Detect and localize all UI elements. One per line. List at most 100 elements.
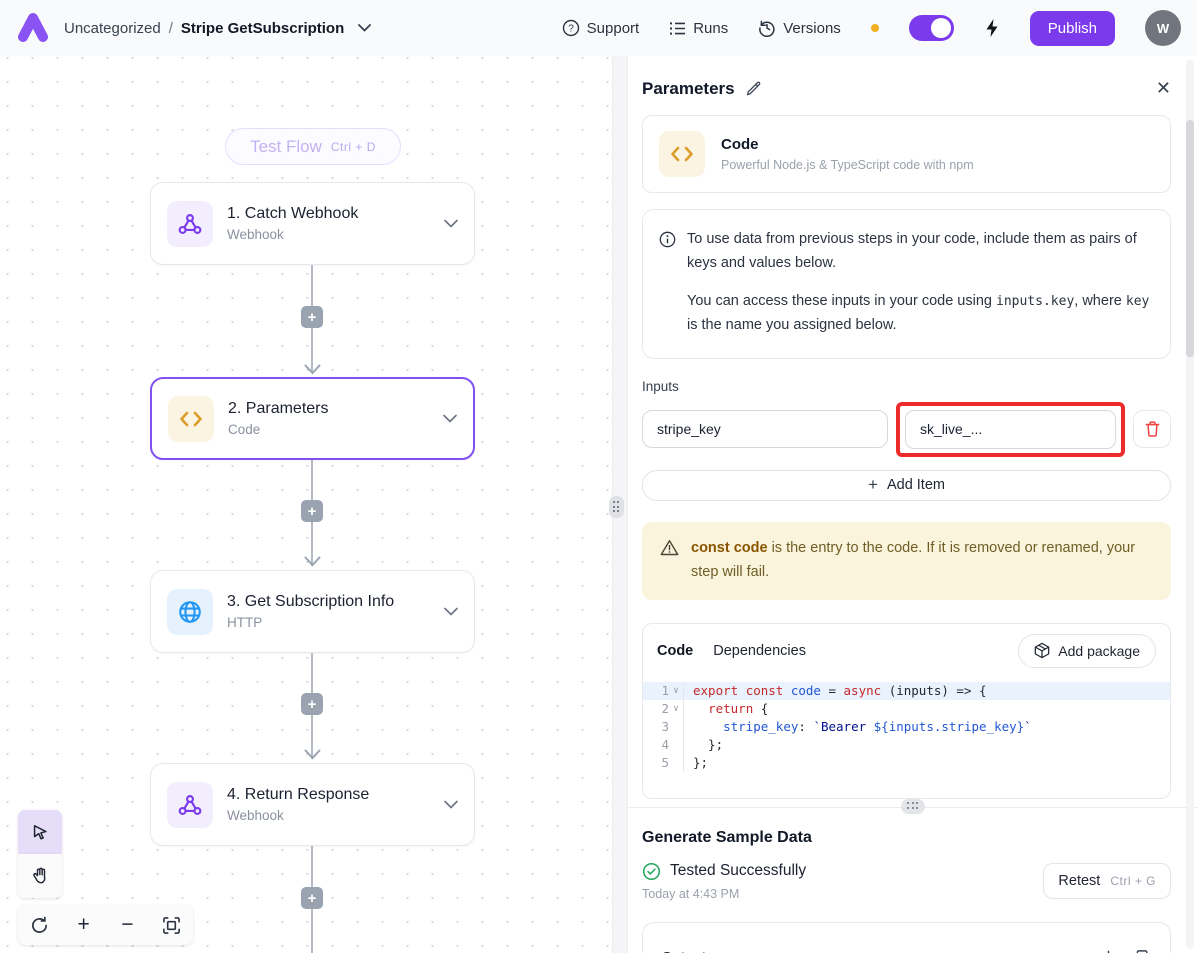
test-status: Tested Successfully — [670, 862, 806, 880]
tab-code[interactable]: Code — [657, 643, 693, 659]
runs-button[interactable]: Runs — [669, 20, 728, 37]
close-panel-button[interactable]: ✕ — [1156, 78, 1171, 99]
success-check-icon — [642, 862, 661, 881]
code-line[interactable]: 2∨ return { — [643, 700, 1170, 718]
warning-icon — [660, 539, 679, 585]
copy-output-button[interactable] — [1135, 949, 1152, 953]
avatar[interactable]: W — [1145, 10, 1181, 46]
resizer-grip-icon[interactable] — [609, 496, 624, 518]
breadcrumb-separator: / — [169, 20, 173, 37]
gutter-border — [683, 718, 684, 736]
versions-button[interactable]: Versions — [758, 19, 841, 37]
plus-icon: + — [868, 475, 878, 495]
fold-spacer — [669, 754, 683, 772]
select-tool-button[interactable] — [18, 810, 62, 854]
zoom-in-button[interactable]: + — [69, 910, 99, 940]
add-step-button[interactable]: + — [301, 500, 323, 522]
retest-button[interactable]: Retest Ctrl + G — [1043, 863, 1171, 899]
gutter-border — [683, 736, 684, 754]
add-item-button[interactable]: + Add Item — [642, 470, 1171, 501]
line-number: 1 — [643, 682, 669, 700]
output-title: Output — [661, 949, 706, 953]
code-text: }; — [693, 754, 708, 772]
chevron-down-icon[interactable] — [444, 800, 458, 809]
download-output-button[interactable] — [1100, 949, 1117, 953]
chevron-down-icon[interactable] — [444, 607, 458, 616]
delete-input-button[interactable] — [1133, 410, 1171, 448]
flow-menu-chevron-icon[interactable] — [358, 24, 371, 32]
svg-text:?: ? — [568, 24, 574, 35]
add-item-label: Add Item — [887, 477, 945, 493]
publish-button[interactable]: Publish — [1030, 11, 1115, 46]
chevron-down-icon[interactable] — [443, 414, 457, 423]
line-number: 3 — [643, 718, 669, 736]
add-package-button[interactable]: Add package — [1018, 634, 1156, 668]
line-number: 4 — [643, 736, 669, 754]
support-button[interactable]: ? Support — [562, 19, 640, 37]
add-package-label: Add package — [1058, 643, 1140, 659]
rename-pencil-icon[interactable] — [745, 80, 762, 97]
flow-name[interactable]: Stripe GetSubscription — [181, 20, 344, 37]
node-subtitle: Webhook — [227, 808, 430, 823]
test-flow-button[interactable]: Test Flow Ctrl + D — [225, 128, 401, 165]
tab-dependencies[interactable]: Dependencies — [713, 643, 806, 659]
node-get-subscription-info[interactable]: 3. Get Subscription Info HTTP — [150, 570, 475, 653]
chevron-down-icon[interactable] — [444, 219, 458, 228]
sample-data-resizer[interactable] — [629, 807, 1197, 808]
fold-spacer — [669, 718, 683, 736]
fold-spacer — [669, 736, 683, 754]
resizer-grip-icon[interactable] — [901, 799, 925, 814]
gutter-border — [683, 700, 684, 718]
inputs-label: Inputs — [642, 379, 1171, 394]
node-catch-webhook[interactable]: 1. Catch Webhook Webhook — [150, 182, 475, 265]
breadcrumb: Uncategorized / Stripe GetSubscription — [64, 20, 371, 37]
pan-tool-button[interactable] — [18, 854, 62, 898]
globe-icon — [167, 589, 213, 635]
add-step-button[interactable]: + — [301, 887, 323, 909]
connector-arrow-icon — [304, 556, 321, 567]
reset-view-button[interactable] — [25, 910, 55, 940]
breadcrumb-folder[interactable]: Uncategorized — [64, 20, 161, 37]
warning-banner: const code is the entry to the code. If … — [642, 522, 1171, 600]
canvas-zoom-toolbar: + − — [18, 905, 193, 945]
code-text: stripe_key: `Bearer ${inputs.stripe_key}… — [693, 718, 1032, 736]
workflow-canvas[interactable]: Test Flow Ctrl + D 1. Catch Webhook Webh… — [0, 56, 612, 953]
flow-enabled-toggle[interactable] — [909, 15, 954, 41]
list-icon — [669, 21, 686, 36]
code-line[interactable]: 1∨ export const code = async (inputs) => … — [643, 682, 1170, 700]
retest-label: Retest — [1058, 873, 1100, 889]
code-text: }; — [693, 736, 723, 754]
panel-scrollbar-thumb[interactable] — [1186, 120, 1194, 357]
fold-chevron-icon[interactable]: ∨ — [669, 700, 683, 718]
app-logo[interactable] — [16, 12, 50, 44]
step-type-card[interactable]: Code Powerful Node.js & TypeScript code … — [642, 115, 1171, 193]
node-parameters[interactable]: 2. Parameters Code — [150, 377, 475, 460]
code-text: export const code = async (inputs) => { — [693, 682, 987, 700]
test-flow-shortcut: Ctrl + D — [331, 140, 376, 154]
gutter-border — [683, 682, 684, 700]
input-row — [642, 402, 1171, 457]
code-editor[interactable]: 1∨ export const code = async (inputs) => … — [643, 676, 1170, 798]
secret-annotation-box — [896, 402, 1125, 457]
node-title: 2. Parameters — [228, 400, 429, 418]
node-subtitle: Webhook — [227, 227, 430, 242]
panel-title: Parameters — [642, 79, 735, 99]
code-icon — [168, 396, 214, 442]
code-editor-card: Code Dependencies Add package 1∨ export c… — [642, 623, 1171, 799]
code-line[interactable]: 4 }; — [643, 736, 1170, 754]
input-key-field[interactable] — [642, 410, 888, 448]
fit-view-button[interactable] — [156, 910, 186, 940]
zoom-out-button[interactable]: − — [112, 910, 142, 940]
panel-resizer[interactable] — [612, 56, 628, 953]
fold-chevron-icon[interactable]: ∨ — [669, 682, 683, 700]
add-step-button[interactable]: + — [301, 693, 323, 715]
node-return-response[interactable]: 4. Return Response Webhook — [150, 763, 475, 846]
package-icon — [1034, 642, 1050, 659]
input-value-field[interactable] — [905, 410, 1116, 449]
code-line[interactable]: 5}; — [643, 754, 1170, 772]
add-step-button[interactable]: + — [301, 306, 323, 328]
lightning-icon[interactable] — [984, 18, 1000, 38]
test-timestamp: Today at 4:43 PM — [642, 887, 806, 901]
code-line[interactable]: 3 stripe_key: `Bearer ${inputs.stripe_ke… — [643, 718, 1170, 736]
parameters-panel: Parameters ✕ Code Powerful Node.js & Typ… — [629, 56, 1197, 953]
